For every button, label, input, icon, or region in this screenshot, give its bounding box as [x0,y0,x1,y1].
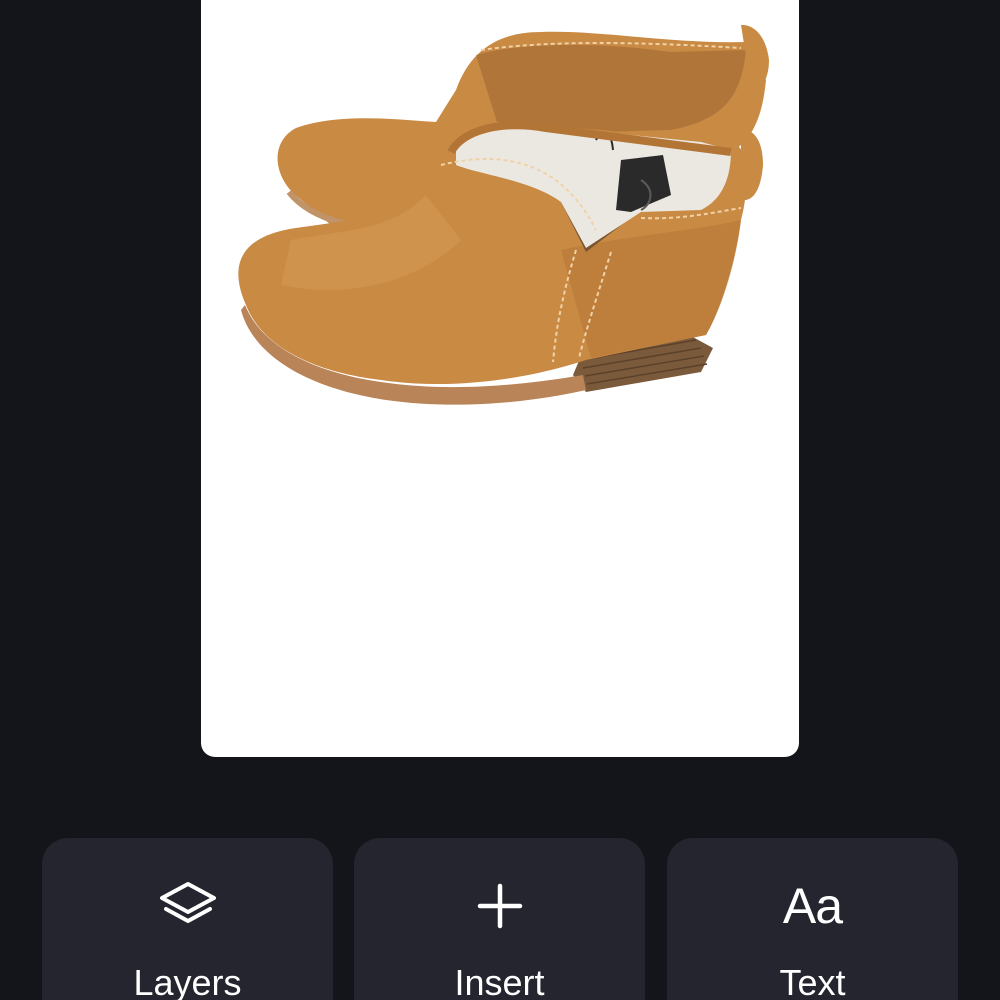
editor-screen: Layers Insert Aa Text [0,0,1000,1000]
insert-button[interactable]: Insert [354,838,645,1000]
plus-icon [354,878,645,934]
layers-icon [42,878,333,934]
text-aa-icon: Aa [782,878,843,934]
design-canvas[interactable] [201,0,799,757]
bottom-toolbar: Layers Insert Aa Text [0,838,1000,1000]
text-label: Text [779,962,846,1000]
text-button[interactable]: Aa Text [667,838,958,1000]
layers-button[interactable]: Layers [42,838,333,1000]
boots-product-image [238,24,769,405]
layers-label: Layers [133,962,242,1000]
insert-label: Insert [454,962,545,1000]
